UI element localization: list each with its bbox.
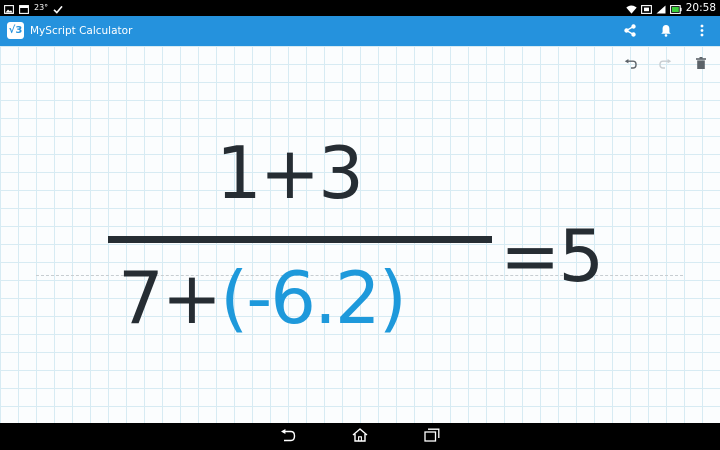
app-logo-icon: √3 (7, 22, 24, 39)
check-icon (53, 0, 63, 18)
navigation-bar (0, 423, 720, 450)
more-vert-icon (700, 22, 704, 41)
home-icon (352, 427, 368, 446)
signal-icon (656, 0, 666, 18)
share-icon (624, 22, 636, 41)
calendar-icon (19, 0, 29, 18)
numerator: 1+3 (216, 131, 364, 215)
writing-canvas[interactable]: 1+3 7+(-6.2) =5 (0, 46, 720, 423)
undo-button[interactable] (617, 52, 643, 74)
share-button[interactable] (616, 16, 644, 46)
more-options-button[interactable] (688, 16, 716, 46)
denominator: 7+(-6.2) (118, 246, 407, 350)
redo-icon (658, 54, 672, 73)
status-right: 20:58 (626, 0, 716, 16)
denominator-prefix: 7+ (118, 256, 222, 340)
clock: 20:58 (685, 2, 716, 14)
back-icon (280, 427, 296, 446)
denominator-group: (-6.2) (220, 256, 407, 340)
fraction-bar (108, 236, 492, 243)
recent-apps-icon (424, 427, 440, 446)
result: =5 (500, 214, 604, 298)
home-button[interactable] (346, 425, 374, 448)
redo-button[interactable] (652, 52, 678, 74)
notification-bell-icon (660, 22, 672, 41)
battery-icon (669, 0, 682, 18)
app-title: MyScript Calculator (30, 25, 133, 37)
photo-icon (4, 0, 14, 18)
notification-button[interactable] (652, 16, 680, 46)
wifi-icon (626, 0, 637, 18)
temperature-label: 23° (34, 3, 49, 12)
status-bar: 23° 20:58 (0, 0, 720, 16)
screen-cast-icon (640, 0, 652, 18)
trash-icon (696, 54, 706, 73)
back-button[interactable] (274, 425, 302, 448)
app-bar: √3 MyScript Calculator (0, 16, 720, 46)
clear-button[interactable] (688, 52, 714, 74)
recent-apps-button[interactable] (418, 425, 446, 448)
undo-icon (624, 54, 637, 73)
status-left: 23° (4, 0, 63, 16)
